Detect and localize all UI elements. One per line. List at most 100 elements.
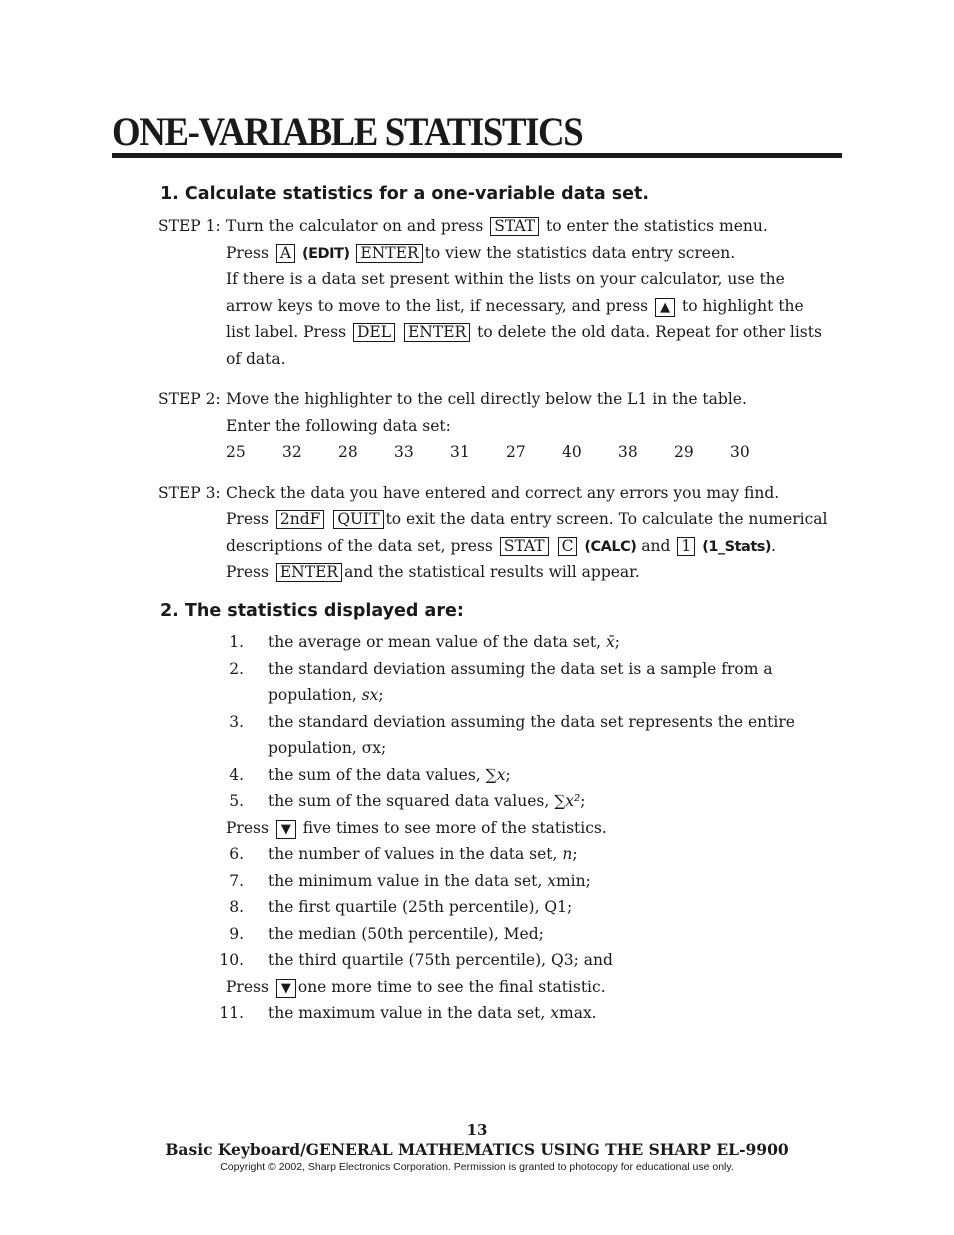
item-number: 5. — [229, 792, 244, 810]
item-text: ; — [505, 766, 511, 784]
item-text: max. — [559, 1004, 597, 1022]
text: and — [641, 537, 671, 555]
text: Press — [226, 978, 269, 996]
del-key: DEL — [353, 323, 396, 342]
step1-line6: of data. — [226, 350, 286, 368]
edit-label: (EDIT) — [302, 246, 350, 262]
text: Turn the calculator on and press — [226, 217, 484, 235]
item-text: the standard deviation assuming the data… — [268, 713, 795, 731]
item-text: ; — [580, 792, 586, 810]
item-text: ; — [614, 633, 620, 651]
text: Press — [226, 244, 269, 262]
step3-label: STEP 3: — [158, 484, 221, 502]
step1-line5: list label. Press DEL ENTER to delete th… — [226, 322, 822, 342]
statistic-item: 6. the number of values in the data set, … — [229, 844, 578, 864]
page-number: 13 — [466, 1121, 488, 1139]
math-symbol: x — [547, 872, 556, 890]
step3-line3: descriptions of the data set, press STAT… — [226, 536, 776, 557]
c-key: C — [557, 537, 578, 556]
enter-key: ENTER — [403, 323, 471, 342]
item-text: the minimum value in the data set, — [268, 872, 548, 890]
item-number: 7. — [229, 872, 244, 890]
text: descriptions of the data set, press — [226, 537, 493, 555]
item-number: 2. — [229, 660, 244, 678]
math-symbol: x² — [565, 792, 581, 810]
press-down-once: Press ▼ one more time to see the final st… — [226, 977, 606, 998]
text: five times to see more of the statistics… — [302, 819, 607, 837]
item-number: 3. — [229, 713, 244, 731]
book-title: Basic Keyboard/GENERAL MATHEMATICS USING… — [165, 1140, 789, 1159]
item-text: population, σx; — [268, 739, 387, 757]
data-value: 40 — [562, 443, 582, 461]
down-arrow-key-icon: ▼ — [275, 979, 296, 998]
statistic-item: population, σx; — [268, 738, 386, 758]
item-number: 1. — [229, 633, 244, 651]
step2-line2: Enter the following data set: — [226, 417, 451, 435]
step1-line3: If there is a data set present within th… — [226, 270, 785, 288]
statistic-item: 7. the minimum value in the data set, xmi… — [229, 871, 591, 891]
data-value: 28 — [338, 443, 358, 461]
step1-label: STEP 1: — [158, 217, 221, 235]
item-number: 10. — [219, 951, 244, 969]
item-text: the average or mean value of the data se… — [268, 633, 606, 651]
up-arrow-key-icon: ▲ — [655, 298, 676, 317]
item-text: the number of values in the data set, — [268, 845, 563, 863]
step3-line1: Check the data you have entered and corr… — [226, 484, 780, 502]
math-symbol: sx — [361, 686, 379, 704]
data-value: 38 — [618, 443, 638, 461]
data-value: 31 — [450, 443, 470, 461]
a-key: A — [275, 244, 296, 263]
text: to delete the old data. Repeat for other… — [477, 323, 822, 341]
section2-heading: 2. The statistics displayed are: — [160, 601, 464, 621]
statistic-item: 3. the standard deviation assuming the da… — [229, 712, 795, 732]
text: and the statistical results will appear. — [344, 563, 640, 581]
item-text: ; — [572, 845, 578, 863]
text: list label. Press — [226, 323, 347, 341]
stat-key: STAT — [490, 217, 540, 236]
calc-label: (CALC) — [584, 539, 637, 555]
text: Press — [226, 563, 269, 581]
data-set: 25 32 28 33 31 27 40 38 29 30 — [226, 442, 786, 462]
item-number: 4. — [229, 766, 244, 784]
section1-heading: 1. Calculate statistics for a one-variab… — [160, 184, 650, 204]
item-text: population, — [268, 686, 362, 704]
item-text: the sum of the squared data values, ∑ — [268, 792, 566, 810]
text: to exit the data entry screen. To calcul… — [385, 510, 828, 528]
page-title: ONE-VARIABLE STATISTICS — [112, 109, 584, 154]
statistic-item: 10. the third quartile (75th percentile),… — [219, 950, 613, 970]
math-symbol: x — [550, 1004, 559, 1022]
item-text: the third quartile (75th percentile), Q3… — [268, 951, 613, 969]
text: to highlight the — [682, 297, 804, 315]
item-number: 8. — [229, 898, 244, 916]
one-key: 1 — [677, 537, 696, 556]
stat-key: STAT — [499, 537, 549, 556]
step1-line4: arrow keys to move to the list, if neces… — [226, 296, 804, 317]
text: one more time to see the final statistic… — [297, 978, 606, 996]
item-text: the sum of the data values, ∑ — [268, 766, 497, 784]
item-text: ; — [378, 686, 384, 704]
data-value: 27 — [506, 443, 526, 461]
text: . — [771, 537, 776, 555]
statistic-item: 2. the standard deviation assuming the da… — [229, 659, 773, 679]
item-number: 11. — [219, 1004, 244, 1022]
statistic-item: 9. the median (50th percentile), Med; — [229, 924, 544, 944]
quit-key: QUIT — [333, 510, 384, 529]
step3-line4: Press ENTER and the statistical results w… — [226, 562, 640, 582]
text: to enter the statistics menu. — [546, 217, 768, 235]
item-text: the median (50th percentile), Med; — [268, 925, 544, 943]
item-text: the standard deviation assuming the data… — [268, 660, 773, 678]
statistic-item: 5. the sum of the squared data values, ∑x… — [229, 791, 586, 811]
stats-label: (1_Stats) — [702, 539, 772, 555]
item-number: 9. — [229, 925, 244, 943]
data-value: 33 — [394, 443, 414, 461]
statistic-item: 4. the sum of the data values, ∑x; — [229, 765, 511, 785]
text: Press — [226, 819, 269, 837]
data-value: 30 — [730, 443, 750, 461]
down-arrow-key-icon: ▼ — [275, 820, 296, 839]
enter-key: ENTER — [356, 244, 423, 263]
statistic-item: 11. the maximum value in the data set, xm… — [219, 1003, 597, 1023]
text: to view the statistics data entry screen… — [424, 244, 736, 262]
2ndf-key: 2ndF — [275, 510, 325, 529]
step2-label: STEP 2: — [158, 390, 221, 408]
step1-line1: Turn the calculator on and press STAT to… — [226, 216, 768, 236]
